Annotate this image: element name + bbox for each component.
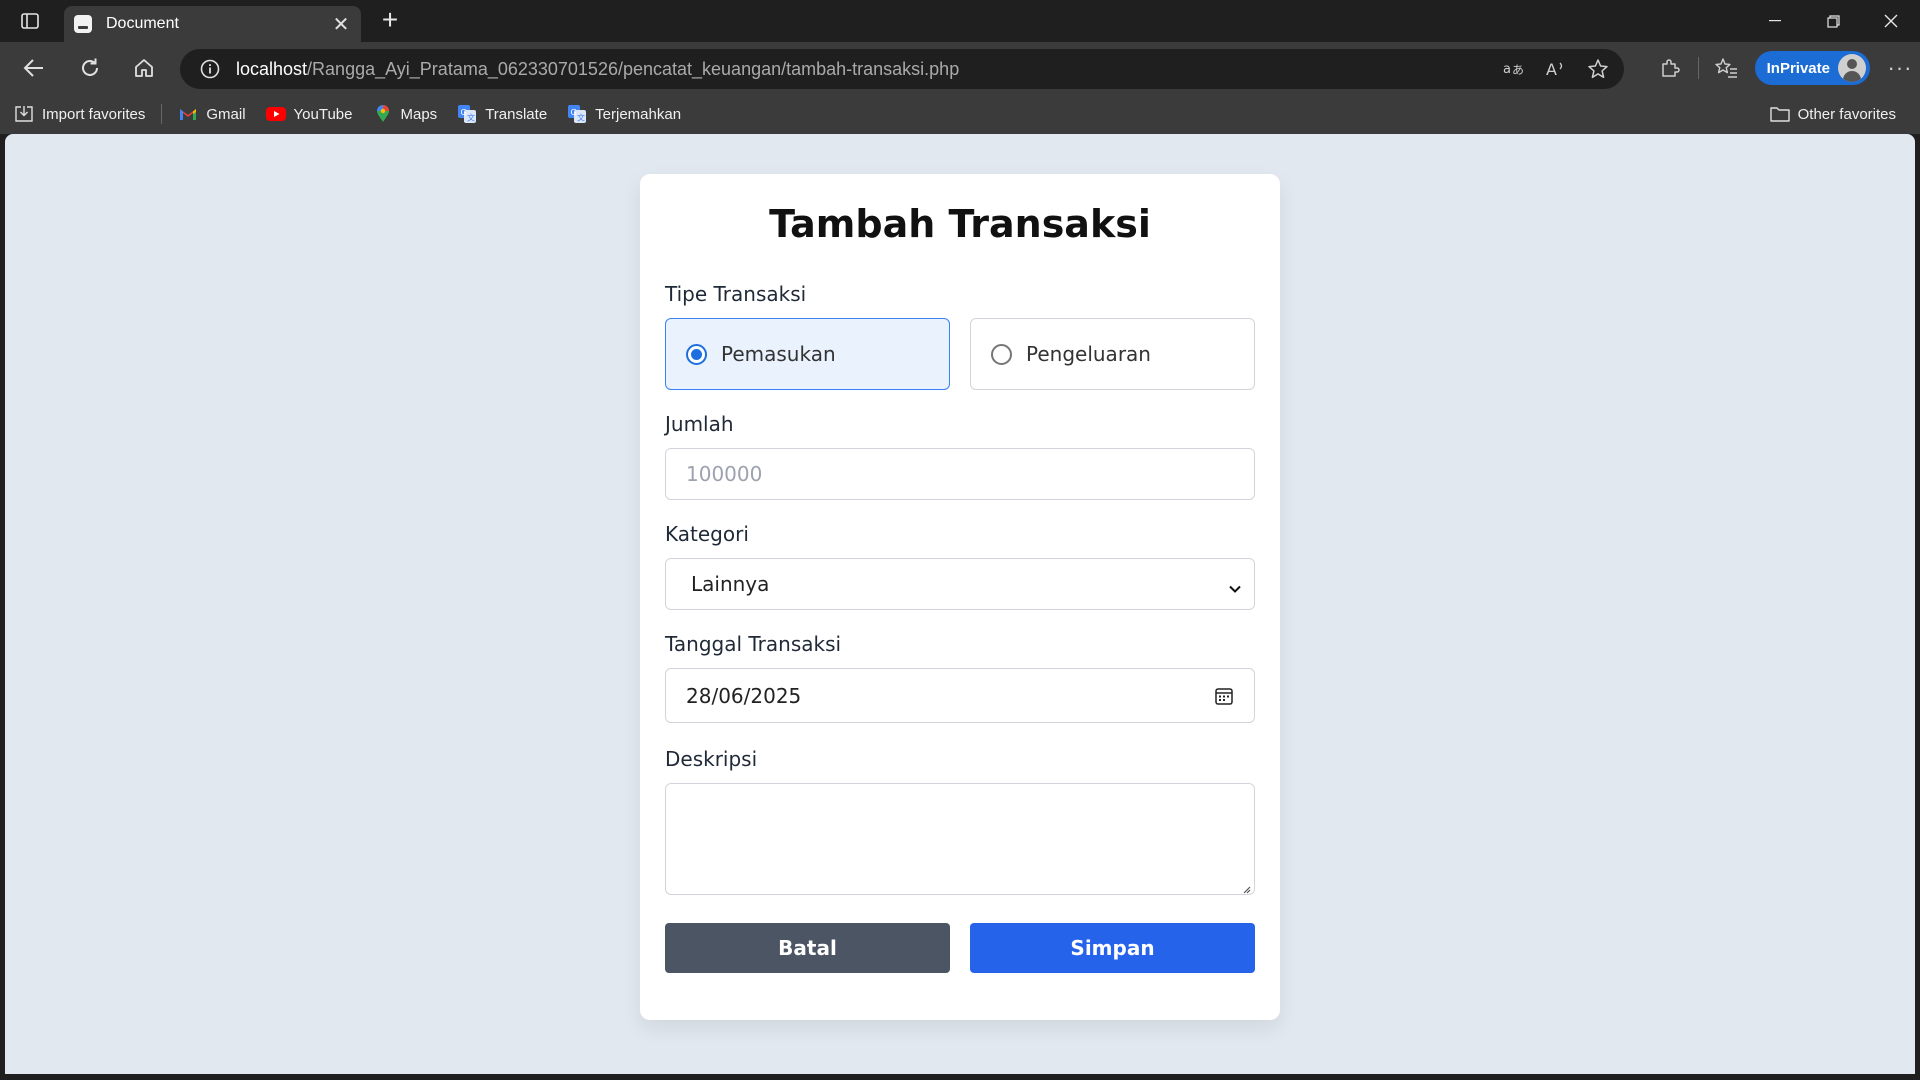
avatar — [1838, 54, 1866, 82]
address-bar[interactable]: localhost/Rangga_Ayi_Pratama_06233070152… — [180, 49, 1624, 89]
svg-text:文: 文 — [577, 113, 585, 123]
deskripsi-textarea[interactable] — [665, 783, 1255, 895]
kategori-selected-value: Lainnya — [691, 572, 770, 596]
radio-unchecked-icon[interactable] — [991, 343, 1012, 365]
new-tab-button[interactable]: + — [372, 6, 408, 36]
minimize-icon[interactable] — [1746, 0, 1804, 42]
svg-text:G: G — [461, 108, 467, 117]
browser-toolbar: localhost/Rangga_Ayi_Pratama_06233070152… — [0, 42, 1920, 94]
kategori-select[interactable]: Lainnya — [665, 558, 1255, 610]
radio-pengeluaran[interactable]: Pengeluaran — [970, 318, 1255, 390]
favorite-translate[interactable]: G文 Translate — [447, 100, 557, 128]
svg-text:文: 文 — [467, 113, 475, 123]
read-aloud-icon[interactable]: A — [1540, 54, 1572, 84]
toolbar-divider — [1697, 57, 1699, 79]
radio-checked-icon[interactable] — [686, 343, 707, 365]
restore-icon[interactable] — [1804, 0, 1862, 42]
kategori-label: Kategori — [665, 522, 749, 546]
favorite-import[interactable]: Import favorites — [0, 100, 155, 128]
transaction-form-card: Tambah Transaksi Tipe Transaksi Pemasuka… — [640, 174, 1280, 1020]
extensions-icon[interactable] — [1650, 50, 1690, 86]
folder-icon — [1769, 105, 1790, 123]
inprivate-badge[interactable]: InPrivate — [1754, 51, 1870, 85]
jumlah-label: Jumlah — [665, 412, 734, 436]
favorites-bar: Import favorites Gmail YouTube Maps G文 T… — [0, 94, 1920, 134]
simpan-button[interactable]: Simpan — [970, 923, 1255, 973]
tanggal-input[interactable]: 28/06/2025 — [665, 668, 1255, 723]
youtube-icon — [265, 105, 286, 123]
other-favorites[interactable]: Other favorites — [1760, 100, 1906, 128]
tanggal-value: 28/06/2025 — [686, 683, 802, 708]
form-actions: Batal Simpan — [665, 923, 1255, 973]
favorite-terjemahkan[interactable]: G文 Terjemahkan — [557, 100, 691, 128]
gmail-icon — [178, 105, 198, 123]
svg-text:G: G — [571, 108, 577, 117]
resize-handle-icon[interactable] — [1241, 881, 1251, 894]
browser-titlebar: Document ✕ + — [0, 0, 1920, 42]
favorite-youtube[interactable]: YouTube — [256, 100, 363, 128]
url-text[interactable]: localhost/Rangga_Ayi_Pratama_06233070152… — [236, 59, 959, 80]
tipe-transaksi-label: Tipe Transaksi — [665, 282, 807, 306]
maps-icon — [373, 105, 393, 123]
more-menu-icon[interactable]: ··· — [1880, 55, 1920, 81]
radio-pemasukan[interactable]: Pemasukan — [665, 318, 950, 390]
browser-tab[interactable]: Document ✕ — [64, 6, 361, 42]
chevron-down-icon — [1228, 577, 1242, 593]
svg-text:A: A — [1546, 60, 1557, 78]
site-info-icon[interactable] — [200, 59, 220, 79]
translate-icon: G文 — [457, 105, 477, 123]
favorite-star-icon[interactable] — [1582, 54, 1614, 84]
tanggal-label: Tanggal Transaksi — [665, 632, 842, 656]
translate-icon: G文 — [567, 105, 587, 123]
favorites-separator — [161, 104, 163, 124]
translate-page-icon[interactable]: aあ — [1498, 54, 1530, 84]
svg-text:あ: あ — [1512, 63, 1524, 77]
jumlah-input[interactable]: 100000 — [665, 448, 1255, 500]
favorite-gmail[interactable]: Gmail — [168, 100, 255, 128]
sidebar-toggle-icon[interactable] — [14, 10, 46, 32]
tab-title: Document — [106, 15, 179, 32]
deskripsi-label: Deskripsi — [665, 747, 758, 771]
refresh-icon[interactable] — [72, 50, 108, 86]
back-icon[interactable] — [16, 50, 52, 86]
tipe-transaksi-group: Pemasukan Pengeluaran — [665, 318, 1255, 390]
import-icon — [14, 105, 34, 123]
page-viewport: Tambah Transaksi Tipe Transaksi Pemasuka… — [5, 134, 1915, 1074]
calendar-icon[interactable] — [1214, 686, 1234, 706]
favorite-maps[interactable]: Maps — [363, 100, 448, 128]
favorites-icon[interactable] — [1707, 50, 1747, 86]
svg-text:a: a — [1503, 62, 1511, 77]
batal-button[interactable]: Batal — [665, 923, 950, 973]
tab-close-icon[interactable]: ✕ — [327, 12, 355, 37]
window-controls — [1746, 0, 1920, 42]
home-icon[interactable] — [126, 50, 162, 86]
close-window-icon[interactable] — [1862, 0, 1920, 42]
page-title: Tambah Transaksi — [769, 202, 1151, 246]
document-favicon-icon — [74, 15, 92, 33]
